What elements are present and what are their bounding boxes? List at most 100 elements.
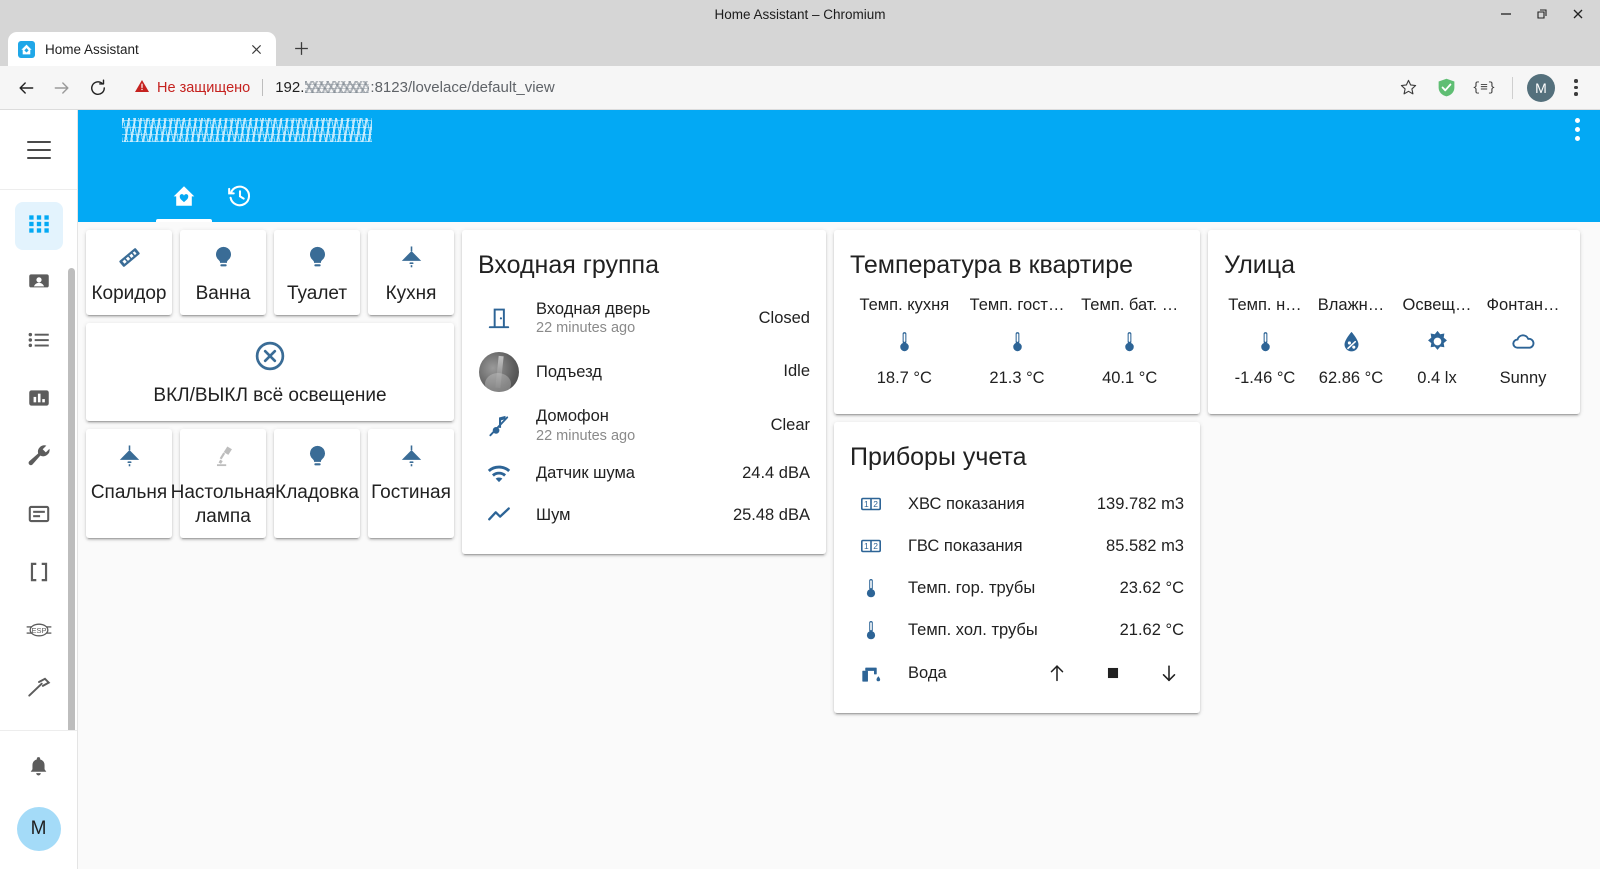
glance-item-temp-kitchen[interactable]: Темп. кухня 18.7 °C bbox=[848, 290, 961, 394]
tab-home-indicator bbox=[156, 219, 212, 222]
entity-state: 24.4 dBA bbox=[742, 463, 810, 482]
new-tab-button[interactable] bbox=[286, 33, 316, 63]
adblock-shield-icon[interactable] bbox=[1429, 71, 1463, 105]
tab-title: Home Assistant bbox=[45, 41, 139, 57]
entity-name-block: Темп. хол. трубы bbox=[908, 620, 1104, 641]
entity-row-hot-pipe-temp[interactable]: Темп. гор. трубы 23.62 °C bbox=[850, 567, 1184, 609]
bookmark-star-icon[interactable] bbox=[1391, 71, 1425, 105]
menu-line bbox=[26, 140, 51, 143]
address-bar[interactable]: Не защищено 192. :8123/lovelace/default_… bbox=[126, 73, 1379, 103]
entity-row-shum[interactable]: Шум 25.48 dBA bbox=[478, 494, 810, 536]
desk-lamp-icon bbox=[210, 443, 237, 475]
sidebar-item-file-editor[interactable] bbox=[15, 492, 63, 540]
tab-close-icon[interactable] bbox=[246, 39, 266, 59]
entity-row-cold-pipe-temp[interactable]: Темп. хол. трубы 21.62 °C bbox=[850, 609, 1184, 651]
light-button-tualet[interactable]: Туалет bbox=[274, 230, 360, 316]
back-button[interactable] bbox=[10, 72, 42, 104]
light-button-vanna[interactable]: Ванна bbox=[180, 230, 266, 316]
column-lights: Коридор Ванна Туалет Кухня ВКЛ/ВЫКЛ всё … bbox=[86, 230, 454, 538]
glance-name: Освещ… bbox=[1402, 295, 1472, 314]
menu-icon[interactable] bbox=[26, 140, 51, 159]
sidebar-item-developer-tools[interactable] bbox=[15, 666, 63, 714]
counter-icon: 12 bbox=[850, 534, 892, 558]
close-button[interactable] bbox=[1570, 6, 1586, 22]
light-button-koridor[interactable]: Коридор bbox=[86, 230, 172, 316]
sidebar-scrollbar[interactable] bbox=[68, 268, 75, 730]
sidebar-user-avatar[interactable]: M bbox=[16, 807, 61, 851]
maximize-restore-button[interactable] bbox=[1534, 6, 1550, 22]
sidebar-item-map[interactable] bbox=[15, 260, 63, 308]
glance-item-illuminance[interactable]: Освещ… 0.4 lx bbox=[1394, 290, 1480, 394]
arrow-up-icon[interactable] bbox=[1042, 658, 1072, 688]
sidebar-item-notifications[interactable] bbox=[15, 745, 63, 793]
light-button-kladovka[interactable]: Кладовка bbox=[274, 429, 360, 538]
close-circle-outline-icon bbox=[253, 339, 287, 378]
menu-dot bbox=[1574, 85, 1578, 90]
security-warning[interactable]: Не защищено bbox=[126, 78, 250, 98]
toolbar-separator bbox=[1512, 76, 1513, 99]
ceiling-light-icon bbox=[398, 244, 425, 276]
hammer-icon bbox=[26, 675, 52, 706]
ha-sidebar: ESP M bbox=[0, 110, 78, 869]
light-button-spalnya[interactable]: Спальня bbox=[86, 429, 172, 538]
entity-name: Темп. гор. трубы bbox=[908, 578, 1036, 597]
menu-dot bbox=[1574, 92, 1578, 96]
omnibox-separator bbox=[262, 79, 264, 96]
entity-state: Idle bbox=[783, 362, 810, 381]
tab-home[interactable] bbox=[156, 174, 212, 222]
entity-row-domofon[interactable]: Домофон 22 minutes ago Clear bbox=[478, 399, 810, 452]
light-button-kuhnya[interactable]: Кухня bbox=[368, 230, 454, 316]
glance-item-humidity[interactable]: Влажн… 62.86 °C bbox=[1308, 290, 1394, 394]
toggle-all-lights-label: ВКЛ/ВЫКЛ всё освещение bbox=[153, 385, 387, 407]
glance-item-temp-livingroom[interactable]: Темп. гост… 21.3 °C bbox=[961, 290, 1074, 394]
sidebar-item-esphome[interactable]: ESP bbox=[15, 608, 63, 656]
entity-row-podezd[interactable]: Подъезд Idle bbox=[478, 345, 810, 399]
entity-row-gvs[interactable]: 12 ГВС показания 85.582 m3 bbox=[850, 525, 1184, 567]
esp-icon: ESP bbox=[24, 617, 54, 648]
sidebar-item-terminal[interactable] bbox=[15, 550, 63, 598]
tab-history[interactable] bbox=[212, 174, 268, 222]
sidebar-item-supervisor[interactable] bbox=[15, 434, 63, 482]
toggle-all-lights-button[interactable]: ВКЛ/ВЫКЛ всё освещение bbox=[86, 323, 454, 422]
entity-row-water-valve[interactable]: Вода bbox=[850, 651, 1184, 695]
arrow-down-icon[interactable] bbox=[1154, 658, 1184, 688]
glance-value: -1.46 °C bbox=[1234, 368, 1296, 387]
light-button-label: Кладовка bbox=[275, 482, 359, 504]
minimize-button[interactable] bbox=[1498, 6, 1514, 22]
browser-menu-button[interactable] bbox=[1562, 71, 1590, 105]
reload-button[interactable] bbox=[82, 72, 114, 104]
url-prefix: 192. bbox=[275, 79, 305, 96]
browser-tab[interactable]: Home Assistant bbox=[8, 32, 276, 66]
ceiling-light-icon bbox=[116, 443, 143, 475]
extension-icon[interactable]: {≡} bbox=[1467, 71, 1501, 105]
sidebar-item-logbook[interactable] bbox=[15, 318, 63, 366]
entity-secondary: 22 minutes ago bbox=[536, 320, 636, 337]
history-clock-icon bbox=[227, 183, 253, 214]
entity-name-block: Домофон 22 minutes ago bbox=[536, 406, 755, 445]
sidebar-item-history[interactable] bbox=[15, 376, 63, 424]
light-button-gostinaya[interactable]: Гостиная bbox=[368, 429, 454, 538]
entity-row-datchik-shuma[interactable]: Датчик шума 24.4 dBA bbox=[478, 452, 810, 494]
sidebar-footer: M bbox=[0, 730, 77, 869]
stop-square-icon[interactable] bbox=[1098, 658, 1128, 688]
browser-toolbar: Не защищено 192. :8123/lovelace/default_… bbox=[0, 66, 1600, 110]
entity-row-vhodnaya-dver[interactable]: Входная дверь 22 minutes ago Closed bbox=[478, 292, 810, 345]
ha-overflow-menu-button[interactable] bbox=[1575, 118, 1580, 141]
entity-row-hvs[interactable]: 12 ХВС показания 139.782 m3 bbox=[850, 483, 1184, 525]
profile-avatar-button[interactable]: M bbox=[1524, 71, 1558, 105]
menu-line bbox=[26, 156, 51, 159]
light-button-label: Ванна bbox=[195, 283, 251, 304]
forward-button[interactable] bbox=[46, 72, 78, 104]
light-button-nastolnaya-lampa[interactable]: Настольная лампа bbox=[171, 429, 275, 538]
glance-item-outside-temp[interactable]: Темп. н… -1.46 °C bbox=[1222, 290, 1308, 394]
camera-thumbnail bbox=[478, 351, 520, 392]
sidebar-item-overview[interactable] bbox=[14, 202, 63, 250]
entity-name: ХВС показания bbox=[908, 494, 1025, 513]
camera-preview-image bbox=[479, 351, 519, 392]
glance-item-temp-battery[interactable]: Темп. бат. … 40.1 °C bbox=[1073, 290, 1186, 394]
glance-item-fountain-weather[interactable]: Фонтан… Sunny bbox=[1480, 290, 1566, 394]
glance-value: 62.86 °C bbox=[1318, 368, 1384, 387]
entity-name: ГВС показания bbox=[908, 536, 1023, 555]
card-title: Входная группа bbox=[478, 251, 659, 279]
door-icon bbox=[478, 305, 520, 331]
